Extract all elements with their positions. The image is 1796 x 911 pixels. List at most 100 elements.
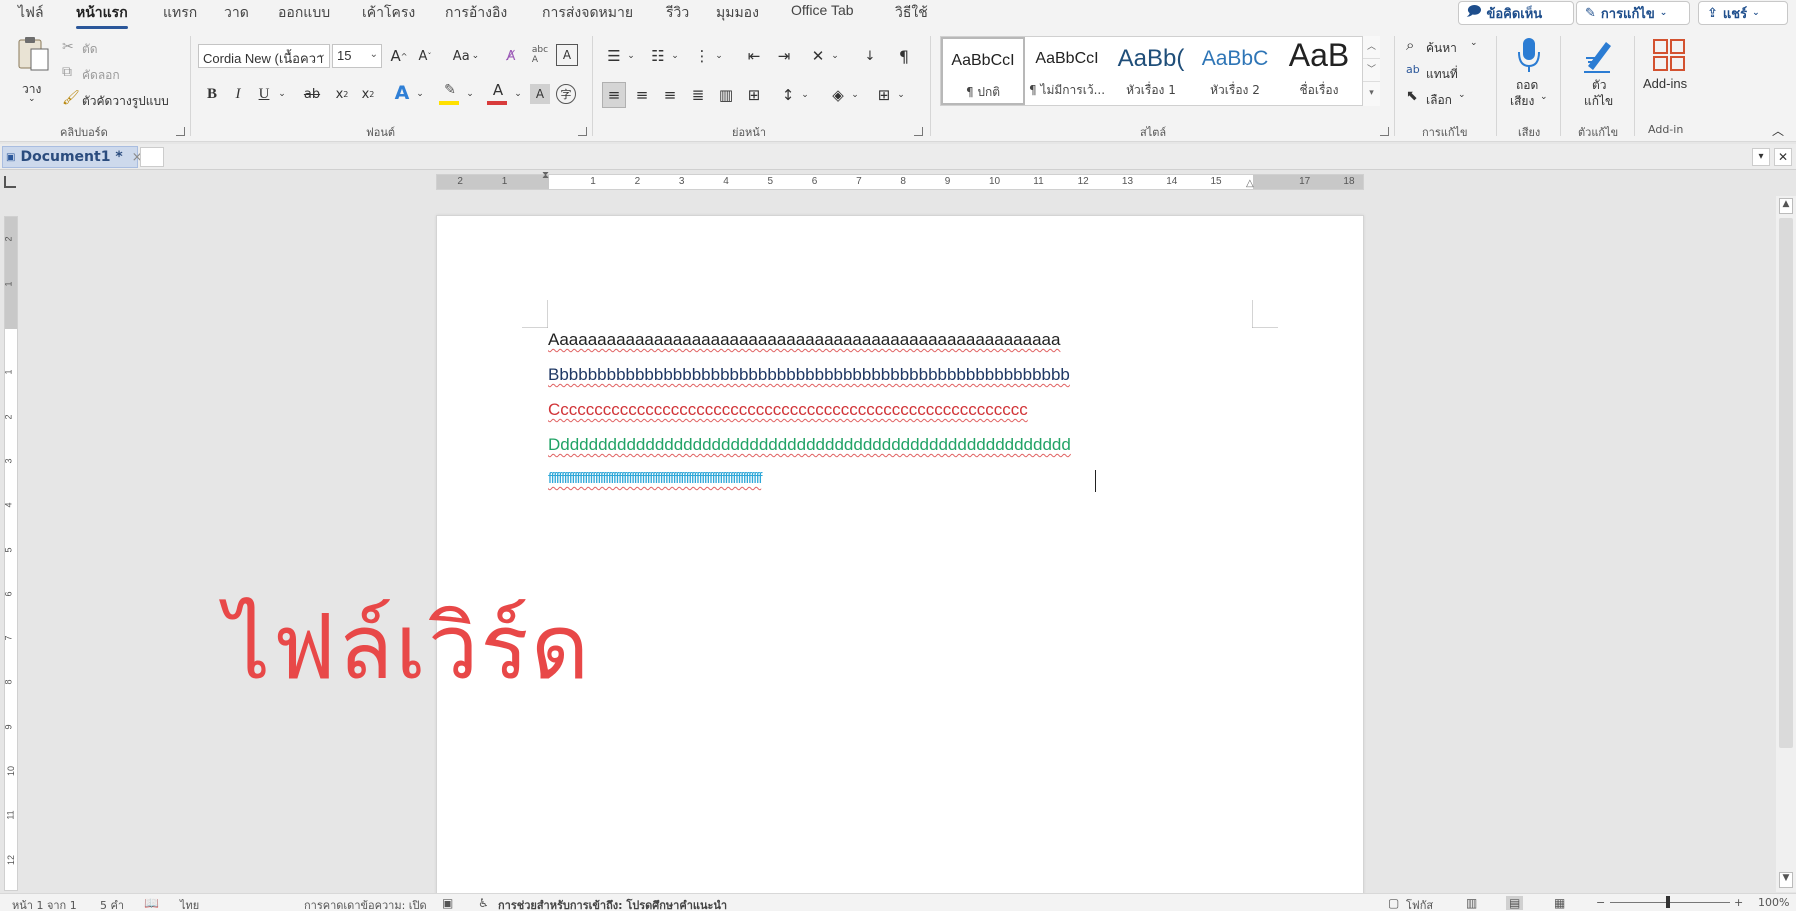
document-line-d[interactable]: Dddddddddddddddddddddddddddddddddddddddd… <box>548 435 1071 455</box>
scroll-down-arrow-icon[interactable]: ▼ <box>1779 872 1793 888</box>
tab-draw[interactable]: วาด <box>224 2 249 26</box>
tab-file[interactable]: ไฟล์ <box>18 2 44 26</box>
line-spacing-icon[interactable]: ↕ <box>776 82 800 108</box>
text-effects-icon[interactable]: A <box>390 80 414 106</box>
proofing-icon[interactable]: 📖 <box>144 896 159 910</box>
numbering-icon[interactable]: ☷ <box>646 44 670 68</box>
multilevel-list-icon[interactable]: ⋮ <box>690 44 714 68</box>
word-count[interactable]: 5 คำ <box>100 896 124 911</box>
close-window-icon[interactable]: ✕ <box>1774 148 1792 166</box>
font-color-button[interactable]: A <box>484 80 512 108</box>
zoom-level[interactable]: 100% <box>1758 896 1789 909</box>
chevron-down-icon[interactable]: ⌄ <box>800 82 810 108</box>
grow-font-icon[interactable]: A ^ <box>388 44 410 68</box>
document-line-f[interactable]: ffffffffffffffffffffffffffffffffffffffff… <box>548 470 762 487</box>
align-center-icon[interactable]: ≡ <box>630 82 654 108</box>
chevron-down-icon[interactable]: ⌄ <box>464 82 476 106</box>
text-predictions-status[interactable]: การคาดเดาข้อความ: เปิด <box>304 896 427 911</box>
tab-layout[interactable]: เค้าโครง <box>362 2 415 26</box>
highlight-button[interactable]: ✎ <box>436 80 464 108</box>
right-indent-marker-icon[interactable]: △ <box>1246 178 1254 189</box>
document-page[interactable] <box>436 215 1364 895</box>
tab-list-dropdown-icon[interactable]: ▾ <box>1752 148 1770 166</box>
style-no-spacing[interactable]: AaBbCcI ¶ ไม่มีการเว้... <box>1025 37 1109 105</box>
tab-help[interactable]: วิธีใช้ <box>895 2 928 26</box>
expand-gallery-icon[interactable]: ▾ <box>1363 82 1380 105</box>
zoom-out-icon[interactable]: − <box>1596 896 1605 909</box>
decrease-indent-icon[interactable]: ⇤ <box>742 44 766 68</box>
increase-indent-icon[interactable]: ⇥ <box>772 44 796 68</box>
vertical-scrollbar[interactable]: ▲ ▼ <box>1776 196 1796 892</box>
borders-icon[interactable]: ⊞ <box>872 82 896 108</box>
dialog-launcher-icon[interactable] <box>1380 127 1389 136</box>
comments-button[interactable]: 🗩 ข้อคิดเห็น <box>1458 1 1574 25</box>
chevron-down-icon[interactable]: ⌄ <box>714 44 724 68</box>
horizontal-ruler[interactable]: 2 1 1 2 3 4 5 6 7 8 9 10 11 12 13 14 15 17 18 <box>436 174 1364 190</box>
style-heading-2[interactable]: AaBbC หัวเรื่อง 2 <box>1193 37 1277 105</box>
font-family-combo[interactable]: Cordia New (เนื้อควา ⌄ <box>198 44 330 68</box>
shading-icon[interactable]: ◈ <box>826 82 850 108</box>
tab-insert[interactable]: แทรก <box>163 2 197 26</box>
chevron-down-icon[interactable]: ⌄ <box>896 82 906 108</box>
paste-button[interactable]: วาง ⌄ <box>14 36 54 108</box>
dialog-launcher-icon[interactable] <box>176 127 185 136</box>
character-shading-icon[interactable]: A <box>530 84 550 104</box>
strikethrough-icon[interactable]: ab <box>300 82 324 106</box>
style-title[interactable]: AaB ชื่อเรื่อง <box>1277 37 1361 105</box>
tab-references[interactable]: การอ้างอิง <box>445 2 507 26</box>
align-left-icon[interactable]: ≡ <box>602 82 626 108</box>
underline-icon[interactable]: U <box>254 82 274 106</box>
text-direction-icon[interactable]: ✕ <box>806 44 830 68</box>
subscript-icon[interactable]: x2 <box>332 82 352 106</box>
superscript-icon[interactable]: x2 <box>358 82 378 106</box>
tab-home[interactable]: หน้าแรก <box>76 2 128 29</box>
format-painter-button[interactable]: 🖌 ตัวคัดวางรูปแบบ <box>62 90 182 110</box>
indent-marker-icon[interactable]: ⧗ <box>542 170 549 181</box>
align-right-icon[interactable]: ≡ <box>658 82 682 108</box>
character-border-icon[interactable]: A <box>556 44 578 66</box>
select-button[interactable]: ⬉ เลือก ⌄ <box>1406 88 1486 110</box>
tab-selector-icon[interactable] <box>4 176 16 188</box>
language-indicator[interactable]: ไทย <box>180 896 199 911</box>
chevron-down-icon[interactable]: ⌄ <box>276 82 288 106</box>
chevron-down-icon[interactable]: ⌄ <box>670 44 680 68</box>
scrollbar-thumb[interactable] <box>1779 218 1793 748</box>
editing-mode-button[interactable]: ✎ การแก้ไข ⌄ <box>1576 1 1690 25</box>
share-button[interactable]: ⇪ แชร์ ⌄ <box>1698 1 1788 25</box>
zoom-slider-track[interactable] <box>1610 902 1730 903</box>
shrink-font-icon[interactable]: Aˇ <box>414 44 436 68</box>
chevron-down-icon[interactable]: ⌄ <box>850 82 860 108</box>
dictate-button[interactable]: ถอด เสียง ⌄ <box>1506 34 1550 114</box>
zoom-in-icon[interactable]: + <box>1734 896 1743 909</box>
page-count[interactable]: หน้า 1 จาก 1 <box>12 896 77 911</box>
macro-icon[interactable]: ▣ <box>442 896 453 910</box>
bold-icon[interactable]: B <box>202 82 222 106</box>
scroll-up-arrow-icon[interactable]: ▲ <box>1779 198 1793 214</box>
read-mode-icon[interactable]: ▥ <box>1466 896 1477 910</box>
document-line-a[interactable]: Aaaaaaaaaaaaaaaaaaaaaaaaaaaaaaaaaaaaaaaa… <box>548 330 1060 350</box>
thai-distributed-icon[interactable]: ⊞ <box>742 82 766 108</box>
tab-review[interactable]: รีวิว <box>666 2 689 26</box>
find-button[interactable]: ⌕ ค้นหา ⌄ <box>1406 36 1486 58</box>
sort-icon[interactable]: ↓ <box>858 44 882 68</box>
collapse-ribbon-icon[interactable]: ︿ <box>1772 122 1784 139</box>
enclose-characters-icon[interactable]: 字 <box>556 84 576 104</box>
chevron-down-icon[interactable]: ⌄ <box>626 44 636 68</box>
pilcrow-icon[interactable]: ¶ <box>892 44 916 68</box>
cut-button[interactable]: ✂ ตัด <box>62 38 122 58</box>
distributed-icon[interactable]: ▥ <box>714 82 738 108</box>
tab-office-tab[interactable]: Office Tab <box>791 2 854 26</box>
tab-design[interactable]: ออกแบบ <box>278 2 330 26</box>
new-tab-button[interactable] <box>140 147 164 167</box>
web-layout-icon[interactable]: ▦ <box>1554 896 1565 910</box>
tab-mailings[interactable]: การส่งจดหมาย <box>542 2 633 26</box>
italic-icon[interactable]: I <box>228 82 248 106</box>
style-heading-1[interactable]: AaBb( หัวเรื่อง 1 <box>1109 37 1193 105</box>
editor-button[interactable]: ตัว แก้ไข <box>1570 34 1626 114</box>
replace-button[interactable]: ab แทนที่ <box>1406 62 1486 84</box>
bullets-icon[interactable]: ☰ <box>602 44 626 68</box>
phonetic-guide-icon[interactable]: abc A <box>528 42 552 68</box>
focus-button[interactable]: โฟกัส <box>1406 896 1433 911</box>
zoom-slider-thumb[interactable] <box>1666 896 1670 908</box>
document-line-b[interactable]: Bbbbbbbbbbbbbbbbbbbbbbbbbbbbbbbbbbbbbbbb… <box>548 365 1070 385</box>
